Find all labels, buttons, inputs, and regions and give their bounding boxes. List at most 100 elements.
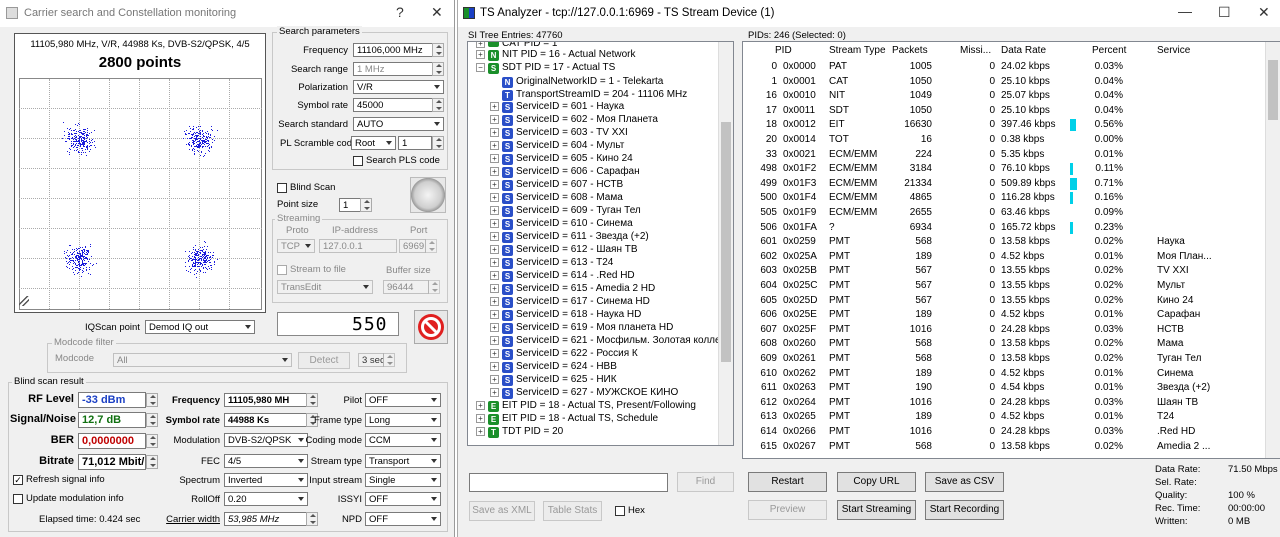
table-row[interactable]: 607 0x025F PMT 1016 0 24.28 kbps 0.03% НСТВ — [743, 323, 1263, 338]
table-row[interactable]: 611 0x0263 PMT 190 0 4.54 kbps 0.01% Звезда (+2… — [743, 381, 1263, 396]
table-row[interactable]: 604 0x025C PMT 567 0 13.55 kbps 0.02% Мульт — [743, 279, 1263, 294]
close-icon[interactable]: ✕ — [431, 4, 443, 21]
tree-node[interactable]: + S ServiceID = 604 - Мульт — [490, 140, 624, 153]
tree-node[interactable]: + S ServiceID = 617 - Синема HD — [490, 296, 650, 309]
expand-toggle-icon[interactable]: + — [490, 245, 499, 254]
col-percent[interactable]: Percent — [1092, 45, 1126, 56]
table-row[interactable]: 506 0x01FA? 6934 0 165.72 kbps 0.23% — [743, 221, 1263, 236]
tree-node[interactable]: T TransportStreamID = 204 - 11106 MHz — [490, 88, 687, 101]
refresh-signal-checkbox[interactable]: ✓ — [13, 475, 23, 485]
search-range-field[interactable]: 1 MHz — [353, 62, 433, 76]
buffer-size-field[interactable]: 96444 — [383, 280, 429, 294]
tree-node[interactable]: + E EIT PID = 18 - Actual TS, Schedule — [476, 413, 658, 426]
expand-toggle-icon[interactable]: + — [490, 206, 499, 215]
expand-toggle-icon[interactable]: + — [490, 232, 499, 241]
table-row[interactable]: 610 0x0262 PMT 189 0 4.52 kbps 0.01% Синема — [743, 367, 1263, 382]
stop-button[interactable] — [414, 310, 448, 344]
table-row[interactable]: 613 0x0265 PMT 189 0 4.52 kbps 0.01% T24 — [743, 410, 1263, 425]
find-button[interactable]: Find — [677, 472, 734, 492]
tree-node[interactable]: + S ServiceID = 622 - Россия К — [490, 348, 638, 361]
minimize-icon[interactable]: — — [1178, 3, 1192, 19]
table-stats-button[interactable]: Table Stats — [543, 501, 602, 521]
tree-node[interactable]: + S ServiceID = 605 - Кино 24 — [490, 153, 633, 166]
table-row[interactable]: 609 0x0261 PMT 568 0 13.58 kbps 0.02% Туган Тел — [743, 352, 1263, 367]
expand-toggle-icon[interactable]: + — [490, 271, 499, 280]
fec-select[interactable]: 4/5 — [224, 454, 308, 468]
bitrate-spinner[interactable] — [146, 455, 158, 469]
tree-node[interactable]: + S ServiceID = 613 - T24 — [490, 257, 613, 270]
expand-toggle-icon[interactable]: + — [490, 154, 499, 163]
table-scroll-thumb[interactable] — [1268, 60, 1278, 120]
save-as-xml-button[interactable]: Save as XML — [469, 501, 535, 521]
start-streaming-button[interactable]: Start Streaming — [837, 500, 916, 520]
table-row[interactable]: 33 0x0021 ECM/EMM 224 0 5.35 kbps 0.01% — [743, 148, 1263, 163]
tree-node[interactable]: + S ServiceID = 621 - Мосфильм. Золотая ко… — [490, 335, 731, 348]
blind-scan-checkbox[interactable] — [277, 183, 287, 193]
iqscan-select[interactable]: Demod IQ out — [145, 320, 255, 334]
tree-node[interactable]: + S ServiceID = 603 - TV XXI — [490, 127, 628, 140]
expand-toggle-icon[interactable]: + — [476, 414, 485, 423]
buffer-size-spinner[interactable] — [428, 280, 440, 294]
signal-noise-spinner[interactable] — [146, 413, 158, 427]
port-field[interactable]: 6969 — [399, 239, 426, 253]
tree-node[interactable]: + N NIT PID = 16 - Actual Network — [476, 49, 635, 62]
ber-spinner[interactable] — [146, 434, 158, 448]
frequency-spinner[interactable] — [432, 43, 444, 57]
table-row[interactable]: 498 0x01F2 ECM/EMM 3184 0 76.10 kbps 0.11% — [743, 162, 1263, 177]
table-row[interactable]: 1 0x0001 CAT 1050 0 25.10 kbps 0.04% — [743, 75, 1263, 90]
copy-url-button[interactable]: Copy URL — [837, 472, 916, 492]
update-modulation-checkbox[interactable] — [13, 494, 23, 504]
hex-checkbox[interactable] — [615, 506, 625, 516]
col-missing[interactable]: Missi... — [960, 45, 991, 56]
detect-seconds-spinner[interactable] — [383, 353, 395, 367]
stream-to-file-checkbox[interactable] — [277, 265, 287, 275]
table-row[interactable]: 0 0x0000 PAT 1005 0 24.02 kbps 0.03% — [743, 60, 1263, 75]
pl-scramble-mode-select[interactable]: Root — [351, 136, 396, 150]
tree-node[interactable]: + S ServiceID = 614 - .Red HD — [490, 270, 635, 283]
expand-toggle-icon[interactable]: + — [476, 401, 485, 410]
table-row[interactable]: 603 0x025B PMT 567 0 13.55 kbps 0.02% TV XXI — [743, 264, 1263, 279]
port-spinner[interactable] — [425, 239, 437, 253]
tree-node[interactable]: + S ServiceID = 627 - МУЖСКОЕ КИНО — [490, 387, 678, 400]
tree-node[interactable]: + S ServiceID = 607 - НСТВ — [490, 179, 623, 192]
expand-toggle-icon[interactable]: + — [490, 128, 499, 137]
table-row[interactable]: 505 0x01F9 ECM/EMM 2655 0 63.46 kbps 0.09% — [743, 206, 1263, 221]
help-button[interactable]: ? — [396, 4, 404, 20]
expand-toggle-icon[interactable]: + — [490, 388, 499, 397]
table-row[interactable]: 602 0x025A PMT 189 0 4.52 kbps 0.01% Моя План..… — [743, 250, 1263, 265]
point-size-field[interactable]: 1 — [339, 198, 361, 212]
table-row[interactable]: 614 0x0266 PMT 1016 0 24.28 kbps 0.03% .Red HD — [743, 425, 1263, 440]
table-row[interactable]: 500 0x01F4 ECM/EMM 4865 0 116.28 kbps 0.16% — [743, 191, 1263, 206]
table-vertical-scrollbar[interactable] — [1265, 42, 1280, 458]
table-row[interactable]: 20 0x0014 TOT 16 0 0.38 kbps 0.00% — [743, 133, 1263, 148]
expand-toggle-icon[interactable]: + — [476, 50, 485, 59]
polarization-select[interactable]: V/R — [353, 80, 444, 94]
tree-node[interactable]: + S ServiceID = 619 - Моя планета HD — [490, 322, 673, 335]
proto-select[interactable]: TCP — [277, 239, 315, 253]
tree-node[interactable]: + S ServiceID = 612 - Шаян ТВ — [490, 244, 638, 257]
table-row[interactable]: 605 0x025D PMT 567 0 13.55 kbps 0.02% Кино 24 — [743, 294, 1263, 309]
col-packets[interactable]: Packets — [892, 45, 928, 56]
tree-node[interactable]: + CAT PID = 1 — [476, 42, 557, 49]
modulation-select[interactable]: DVB-S2/QPSK — [224, 433, 308, 447]
table-row[interactable]: 606 0x025E PMT 189 0 4.52 kbps 0.01% Сарафан — [743, 308, 1263, 323]
col-service[interactable]: Service — [1157, 45, 1190, 56]
close-icon[interactable]: ✕ — [1258, 4, 1270, 21]
pilot-select[interactable]: OFF — [365, 393, 441, 407]
expand-toggle-icon[interactable]: + — [490, 349, 499, 358]
stream-file-select[interactable]: TransEdit — [277, 280, 373, 294]
restart-button[interactable]: Restart — [748, 472, 827, 492]
col-data-rate[interactable]: Data Rate — [1001, 45, 1046, 56]
table-row[interactable]: 18 0x0012 EIT 16630 0 397.46 kbps 0.56% — [743, 118, 1263, 133]
expand-toggle-icon[interactable]: + — [490, 193, 499, 202]
tree-node[interactable]: + S ServiceID = 601 - Наука — [490, 101, 624, 114]
preview-button[interactable]: Preview — [748, 500, 827, 520]
spectrum-select[interactable]: Inverted — [224, 473, 308, 487]
tree-node[interactable]: + S ServiceID = 606 - Сарафан — [490, 166, 640, 179]
table-row[interactable]: 612 0x0264 PMT 1016 0 24.28 kbps 0.03% Шаян ТВ — [743, 396, 1263, 411]
detect-button[interactable]: Detect — [298, 352, 350, 369]
find-input[interactable] — [469, 473, 668, 492]
expand-toggle-icon[interactable]: + — [490, 258, 499, 267]
expand-toggle-icon[interactable]: + — [490, 115, 499, 124]
rf-level-spinner[interactable] — [146, 393, 158, 407]
